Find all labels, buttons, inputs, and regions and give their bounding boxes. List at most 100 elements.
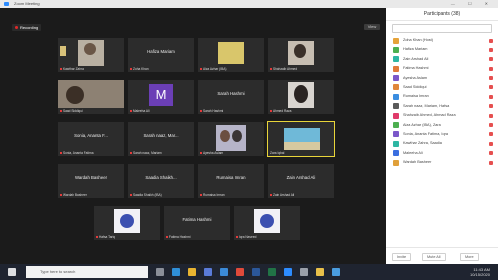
- video-tile[interactable]: Iqra Naveed: [234, 206, 300, 240]
- mute-all-button[interactable]: Mute All: [422, 253, 446, 261]
- tile-caption: Shahzaib Ahmed: [270, 67, 297, 71]
- video-tile[interactable]: Sarah naaz, Mar... Sarah naaz, Mariam: [128, 122, 194, 156]
- mail-icon[interactable]: [220, 268, 228, 276]
- participant-item[interactable]: Aiza Azhar (IBA), Zara: [386, 121, 498, 130]
- participant-item[interactable]: Sonia, Ananta Fatima, Iqra: [386, 130, 498, 139]
- mic-icon: [489, 38, 493, 43]
- file-explorer-icon[interactable]: [188, 268, 196, 276]
- more-button[interactable]: More: [460, 253, 479, 261]
- folder-icon[interactable]: [316, 268, 324, 276]
- video-tile[interactable]: Fatima Hashmi Fatima Hashmi: [164, 206, 230, 240]
- store-icon[interactable]: [204, 268, 212, 276]
- tile-caption: Kawthar Zahra: [60, 67, 84, 71]
- edge-icon[interactable]: [172, 268, 180, 276]
- windows-taskbar: Type here to search 11:43 AM 10/15/2020: [0, 264, 498, 280]
- recording-indicator[interactable]: Recording: [12, 24, 42, 31]
- participant-video: [294, 44, 306, 58]
- mic-icon: [489, 47, 493, 52]
- participant-item[interactable]: Zain Arshad Ali: [386, 55, 498, 64]
- video-tile[interactable]: Shahzaib Ahmed: [268, 38, 334, 72]
- muted-mic-icon: [270, 109, 272, 113]
- participants-footer: Invite Mute All More: [386, 247, 498, 264]
- participant-item[interactable]: Zoha Khan (Host): [386, 36, 498, 45]
- video-tile[interactable]: Kawthar Zahra: [58, 38, 124, 72]
- video-tile[interactable]: Hafiza Mariam Zoha Khan: [128, 38, 194, 72]
- system-clock[interactable]: 11:43 AM 10/15/2020: [470, 267, 490, 277]
- tile-caption: Wardah Basheer: [60, 193, 87, 197]
- video-tile[interactable]: Saadia Shaikh... Saadia Shaikh (IBA): [128, 164, 194, 198]
- participant-item[interactable]: Saad Siddiqui: [386, 83, 498, 92]
- settings-icon[interactable]: [300, 268, 308, 276]
- participant-item[interactable]: Rumaisa Imran: [386, 92, 498, 101]
- task-view-icon[interactable]: [156, 268, 164, 276]
- active-speaker-tile[interactable]: Zara Iqbal: [267, 121, 335, 157]
- video-tile[interactable]: Aiza Azhar (IBA): [198, 38, 264, 72]
- participants-list: Zoha Khan (Host) Hafiza Mariam Zain Arsh…: [386, 36, 498, 167]
- view-button[interactable]: View: [364, 24, 380, 30]
- participant-video: [60, 46, 66, 56]
- record-dot-icon: [15, 26, 18, 30]
- participant-item[interactable]: Ayesha Aslam: [386, 74, 498, 83]
- video-tile[interactable]: M Maleeha Ali: [128, 80, 194, 114]
- avatar: [393, 131, 399, 138]
- participant-item[interactable]: Hafiza Mariam: [386, 45, 498, 54]
- tile-caption: Maleeha Ali: [130, 109, 149, 113]
- muted-mic-icon: [200, 151, 202, 155]
- window-titlebar: Zoom Meeting — ☐ ✕: [0, 0, 498, 8]
- participant-video: [84, 43, 96, 55]
- windows-start-icon[interactable]: [8, 268, 16, 276]
- video-tile[interactable]: Sarah Hashmi Sarah Hashmi: [198, 80, 264, 114]
- invite-button[interactable]: Invite: [392, 253, 412, 261]
- tile-name: Rumaisa Imran: [216, 175, 246, 180]
- participant-item[interactable]: Shahzaib Ahmed, Ahmad Raza: [386, 111, 498, 120]
- avatar: [393, 122, 399, 129]
- participant-item[interactable]: Maleeha Ali: [386, 149, 498, 158]
- tile-caption: Sarah Hashmi: [200, 109, 223, 113]
- tile-caption: Iqra Naveed: [236, 235, 256, 239]
- muted-mic-icon: [130, 67, 132, 71]
- mic-icon: [489, 123, 493, 128]
- zoom-icon[interactable]: [284, 268, 292, 276]
- video-tile[interactable]: Ahmed Raza: [268, 80, 334, 114]
- video-tile[interactable]: Zain Arshad Ali Zain Arshad Ali: [268, 164, 334, 198]
- taskbar-search-box[interactable]: Type here to search: [26, 266, 148, 278]
- excel-icon[interactable]: [268, 268, 276, 276]
- tile-caption: Zara Iqbal: [270, 151, 285, 155]
- mic-icon: [489, 132, 493, 137]
- video-tile[interactable]: Ayesha Aslam: [198, 122, 264, 156]
- recording-label: Recording: [20, 25, 39, 30]
- avatar: [393, 37, 399, 44]
- photos-icon[interactable]: [332, 268, 340, 276]
- participants-panel: Participants (38) Zoha Khan (Host) Hafiz…: [386, 8, 498, 264]
- video-tile[interactable]: Saad Siddiqui: [58, 80, 124, 114]
- video-tile[interactable]: Wardah Basheer Wardah Basheer: [58, 164, 124, 198]
- video-tile[interactable]: Hafsa Tariq: [94, 206, 160, 240]
- participant-item[interactable]: Wardah Basheer: [386, 158, 498, 167]
- avatar: [393, 46, 399, 53]
- participant-search-input[interactable]: [392, 24, 492, 33]
- participant-item[interactable]: Sarah naaz, Mariam, Hafsa: [386, 102, 498, 111]
- tile-caption: Zain Arshad Ali: [270, 193, 294, 197]
- tile-caption: Ayesha Aslam: [200, 151, 223, 155]
- avatar: [393, 93, 399, 100]
- tile-caption: Aiza Azhar (IBA): [200, 67, 226, 71]
- word-icon[interactable]: [252, 268, 260, 276]
- mic-icon: [489, 160, 493, 165]
- tile-name: Fatima Hashmi: [182, 217, 212, 222]
- tile-name: Sarah Hashmi: [217, 91, 245, 96]
- tile-name: Zain Arshad Ali: [286, 175, 316, 180]
- video-tile[interactable]: Sonia, Ananta F... Sonia, Ananta Fatima: [58, 122, 124, 156]
- video-tile[interactable]: Rumaisa Imran Rumaisa Imran: [198, 164, 264, 198]
- muted-mic-icon: [270, 193, 272, 197]
- chrome-icon[interactable]: [236, 268, 244, 276]
- participant-item[interactable]: Fatima Hashmi: [386, 64, 498, 73]
- participant-item[interactable]: Kawthar Zahra, Saadia: [386, 139, 498, 148]
- window-controls[interactable]: — ☐ ✕: [451, 0, 494, 8]
- participant-video: [218, 42, 244, 64]
- tile-caption: Zoha Khan: [130, 67, 149, 71]
- tile-caption: Saad Siddiqui: [60, 109, 83, 113]
- mic-icon: [489, 57, 493, 62]
- tile-caption: Rumaisa Imran: [200, 193, 225, 197]
- mic-icon: [489, 104, 493, 109]
- muted-mic-icon: [60, 193, 62, 197]
